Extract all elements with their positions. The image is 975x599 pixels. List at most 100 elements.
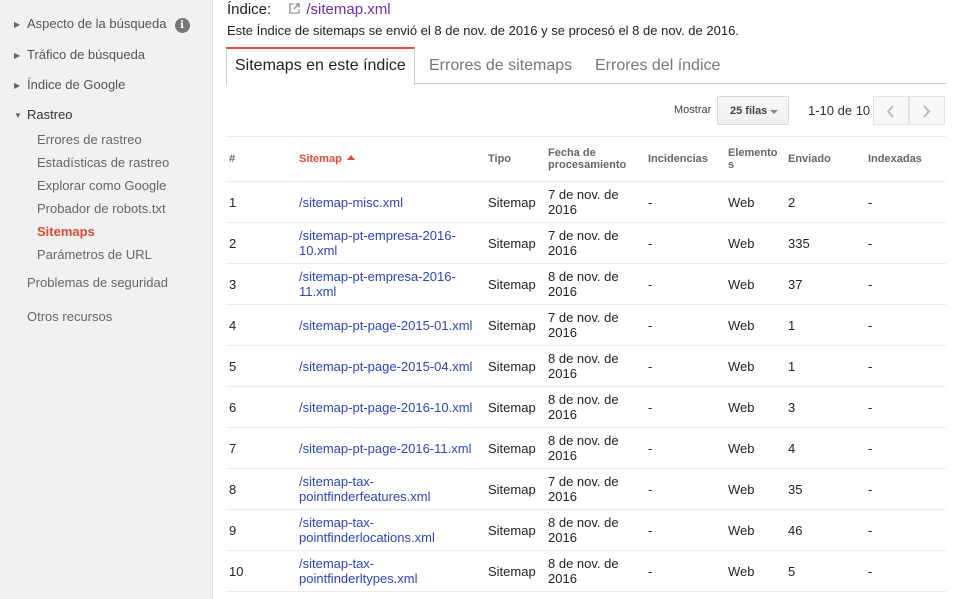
cell-type: Sitemap [485,386,545,428]
sidebar-item-label: Tráfico de búsqueda [27,47,146,62]
column-header-items-line2: s [728,159,735,171]
info-icon[interactable]: i [174,18,190,33]
table-row: 6/sitemap-pt-page-2016-10.xml Sitemap 8 de… [226,386,946,428]
index-description: Este Índice de sitemaps se envió el 8 de… [227,23,739,38]
cell-indexed: - [865,263,946,305]
cell-items: Web [725,304,785,346]
cell-submitted: 1 [785,304,865,346]
sidebar: ▶ Aspecto de la búsqueda i ▶ Tráfico de bús… [0,0,213,599]
column-header-processed-date[interactable]: Fecha de procesamiento [545,136,645,182]
cell-type: Sitemap [485,222,545,264]
cell-indexed: - [865,304,946,346]
cell-submitted: 35 [785,468,865,510]
cell-processed-date: 7 de nov. de 2016 [545,468,645,510]
external-link-icon[interactable] [289,3,301,14]
cell-num: 10 [226,550,296,592]
sitemap-link[interactable]: /sitemap-pt-page-2015-01.xml [299,318,472,333]
cell-num: 2 [226,222,296,264]
sitemap-link[interactable]: /sitemap-pt-empresa-2016-11.xml [299,269,456,299]
column-header-submitted[interactable]: Enviado [785,136,865,182]
expanded-arrow-icon: ▼ [14,111,22,120]
sidebar-subitem-url-parameters[interactable]: Parámetros de URL [37,247,152,262]
cell-sitemap: /sitemap-tax-pointfinderltypes.xml [296,550,485,592]
tab-index-errors[interactable]: Errores del índice [595,47,720,84]
index-sitemap-link[interactable]: /sitemap.xml [306,1,390,18]
sidebar-subitem-sitemaps[interactable]: Sitemaps [37,224,95,239]
cell-num: 9 [226,509,296,551]
column-header-type[interactable]: Tipo [485,136,545,182]
sitemap-link[interactable]: /sitemap-tax-pointfinderltypes.xml [299,556,418,586]
sitemap-link[interactable]: /sitemap-misc.xml [299,195,403,210]
cell-sitemap: /sitemap-pt-page-2016-10.xml [296,386,485,428]
column-header-items[interactable]: Elemento s [725,136,785,182]
cell-items: Web [725,509,785,551]
tab-sitemap-errors[interactable]: Errores de sitemaps [429,47,572,84]
sitemap-link[interactable]: /sitemap-tax-pointfinderfeatures.xml [299,474,431,504]
cell-processed-date: 7 de nov. de 2016 [545,304,645,346]
sidebar-item-crawl[interactable]: ▼ Rastreo [14,107,73,122]
cell-indexed: - [865,345,946,387]
sidebar-item-search-appearance[interactable]: ▶ Aspecto de la búsqueda i [14,16,190,33]
sidebar-subitem-crawl-errors[interactable]: Errores de rastreo [37,132,142,147]
cell-submitted: 3 [785,386,865,428]
cell-sitemap: /sitemap-misc.xml [296,181,485,223]
sidebar-item-google-index[interactable]: ▶ Índice de Google [14,77,125,92]
cell-type: Sitemap [485,304,545,346]
sidebar-item-other-resources[interactable]: Otros recursos [27,309,112,324]
table-row: 9/sitemap-tax-pointfinderlocations.xml Si… [226,509,946,551]
sidebar-subitem-robots-tester[interactable]: Probador de robots.txt [37,201,166,216]
cell-num: 1 [226,181,296,223]
sitemap-link[interactable]: /sitemap-pt-page-2016-11.xml [299,441,471,456]
column-header-sitemap-label: Sitemap [299,153,342,165]
cell-type: Sitemap [485,345,545,387]
previous-page-button[interactable] [873,96,909,125]
caret-down-icon [770,110,778,114]
table-row: 1/sitemap-misc.xml Sitemap 7 de nov. de 20… [226,181,946,223]
cell-type: Sitemap [485,550,545,592]
table-body: 1/sitemap-misc.xml Sitemap 7 de nov. de 20… [226,181,946,592]
tab-sitemaps-in-index[interactable]: Sitemaps en este índice [226,47,415,85]
sitemap-link[interactable]: /sitemap-pt-empresa-2016-10.xml [299,228,456,258]
sidebar-item-search-traffic[interactable]: ▶ Tráfico de búsqueda [14,47,145,62]
sitemap-link[interactable]: /sitemap-tax-pointfinderlocations.xml [299,515,435,545]
index-header: Índice: /sitemap.xml [227,1,391,18]
cell-indexed: - [865,181,946,223]
sidebar-item-security-issues[interactable]: Problemas de seguridad [27,275,168,290]
cell-num: 6 [226,386,296,428]
cell-issues: - [645,427,725,469]
column-header-sitemap[interactable]: Sitemap [296,136,485,182]
sidebar-subitem-fetch-as-google[interactable]: Explorar como Google [37,178,166,193]
collapsed-arrow-icon: ▶ [14,81,21,90]
column-header-indexed[interactable]: Indexadas [865,136,946,182]
cell-items: Web [725,263,785,305]
cell-submitted: 4 [785,427,865,469]
cell-type: Sitemap [485,427,545,469]
sidebar-item-label: Aspecto de la búsqueda [27,16,167,31]
cell-num: 3 [226,263,296,305]
cell-issues: - [645,222,725,264]
sitemap-link[interactable]: /sitemap-pt-page-2016-10.xml [299,400,472,415]
cell-items: Web [725,468,785,510]
cell-num: 5 [226,345,296,387]
column-header-date-line1: Fecha de [548,147,596,159]
chevron-left-icon [886,105,894,118]
column-header-issues[interactable]: Incidencias [645,136,725,182]
cell-processed-date: 8 de nov. de 2016 [545,427,645,469]
cell-sitemap: /sitemap-tax-pointfinderlocations.xml [296,509,485,551]
cell-sitemap: /sitemap-tax-pointfinderfeatures.xml [296,468,485,510]
cell-sitemap: /sitemap-pt-page-2015-01.xml [296,304,485,346]
next-page-button[interactable] [909,96,945,125]
cell-submitted: 46 [785,509,865,551]
column-header-date-line2: procesamiento [548,159,627,171]
table-row: 3/sitemap-pt-empresa-2016-11.xml Sitemap 8… [226,263,946,305]
cell-processed-date: 7 de nov. de 2016 [545,181,645,223]
cell-processed-date: 8 de nov. de 2016 [545,345,645,387]
sidebar-subitem-crawl-stats[interactable]: Estadísticas de rastreo [37,155,169,170]
cell-processed-date: 8 de nov. de 2016 [545,386,645,428]
sort-asc-icon [346,155,355,160]
column-header-num: # [226,136,296,182]
rows-per-page-select[interactable]: 25 filas [717,96,789,125]
sitemap-link[interactable]: /sitemap-pt-page-2015-04.xml [299,359,472,374]
cell-num: 4 [226,304,296,346]
cell-type: Sitemap [485,181,545,223]
